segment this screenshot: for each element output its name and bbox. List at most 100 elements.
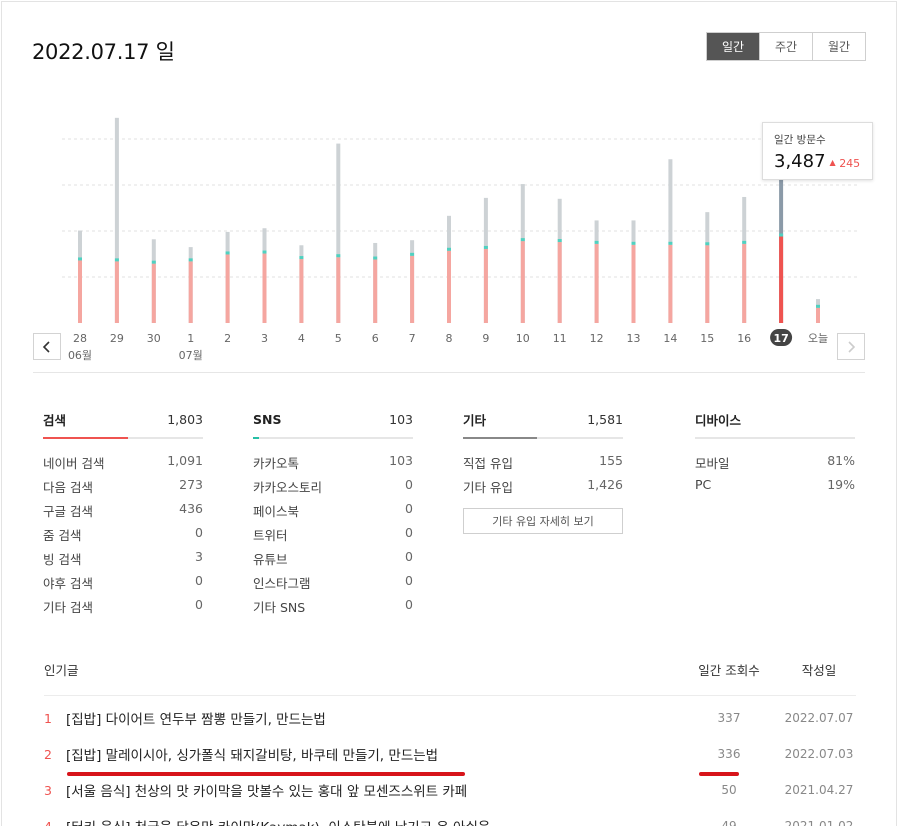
popular-views: 50 [721,783,737,797]
sns-row-value: 0 [405,501,413,516]
popular-rank: 2 [44,746,52,762]
popular-row: 4 [터키 음식] 천국을 닮은맛 카이막(Kaymak), 이스탄불에 남기고 … [44,808,856,826]
chart-bar-search [262,253,267,323]
stat-search-header: 검색 1,803 [43,409,203,429]
search-row: 구글 검색 436 [43,501,203,525]
popular-post-link[interactable]: [집밥] 다이어트 연두부 짬뽕 만들기, 만드는법 [66,708,684,728]
popular-post-link[interactable]: [서울 음식] 천상의 맛 카이막을 맛볼수 있는 홍대 앞 모센즈스위트 카페 [66,780,684,800]
chart-prev-button[interactable] [33,333,61,360]
popular-row: 3 [서울 음식] 천상의 맛 카이막을 맛볼수 있는 홍대 앞 모센즈스위트 카… [44,772,856,808]
sns-row-value: 103 [389,453,413,468]
chart-bar-sns [483,245,488,249]
chevron-left-icon [42,340,50,353]
chart-bar-sns [779,233,784,237]
etc-detail-button[interactable]: 기타 유입 자세히 보기 [463,508,623,534]
stat-etc-total: 1,581 [587,411,623,427]
etc-row-label: 직접 유입 [463,456,513,471]
stat-sns-header: SNS 103 [253,409,413,429]
search-row-value: 3 [195,549,203,564]
stat-sns-bar-fill [253,437,260,439]
etc-row-value: 155 [599,453,623,468]
chart-bar-sns [188,258,193,262]
popular-date: 2021.01.02 [784,819,854,826]
visitor-chart: 28 29 30 1 2 3 4 5 6 7 8 9 10 11 12 13 14 15 16 17 오늘 06월 07월 … [0,0,898,380]
sns-row: 기타 SNS 0 [253,597,413,621]
chart-tick-label: 8 [446,332,453,345]
search-row-value: 0 [195,525,203,540]
chart-tick-label: 2 [224,332,231,345]
popular-views: 336 [717,747,741,761]
chart-bar-search [594,243,599,323]
sns-row: 페이스북 0 [253,501,413,525]
sns-row-label: 카카오스토리 [253,480,323,495]
chart-bar-sns [151,260,156,264]
stat-etc-bar-fill [463,437,537,439]
stat-sns-total: 103 [389,411,413,427]
popular-rank: 1 [44,710,52,726]
popular-posts: 인기글 일간 조회수 작성일 1 [집밥] 다이어트 연두부 짬뽕 만들기, 만드… [44,660,856,826]
visitor-chart-svg: 28 29 30 1 2 3 4 5 6 7 8 9 10 11 12 13 14 15 16 17 오늘06월 07월 [62,117,860,362]
chart-bar-sns [557,239,562,243]
chart-bar-search [631,244,636,323]
chart-tick-label: 28 [73,332,87,345]
chart-bar-sns [668,241,673,245]
chart-tick-label: 14 [663,332,677,345]
stat-search-title: 검색 [43,412,67,428]
popular-post-link[interactable]: [집밥] 말레이시아, 싱가폴식 돼지갈비탕, 바쿠테 만들기, 만드는법 [66,744,684,764]
sns-row-value: 0 [405,573,413,588]
popular-rank: 3 [44,782,52,798]
search-row-label: 네이버 검색 [43,456,105,471]
chart-tick-label: 4 [298,332,305,345]
stat-etc: 기타 1,581 직접 유입 155 기타 유입 1,426 기타 유입 자세히 보기 [463,409,623,534]
chart-bar-sns [78,257,82,261]
chart-bar-search [114,261,119,323]
device-row: 모바일 81% [695,453,855,477]
stat-device: 디바이스 모바일 81% PC 19% [695,409,855,501]
etc-row-label: 기타 유입 [463,480,513,495]
popular-row: 1 [집밥] 다이어트 연두부 짬뽕 만들기, 만드는법 337 2022.07.07 [44,700,856,736]
chart-bar-search [410,255,415,323]
chart-bar-sns [114,258,119,262]
popular-list: 1 [집밥] 다이어트 연두부 짬뽕 만들기, 만드는법 337 2022.07.07… [44,700,856,826]
chart-bar-search [668,244,673,323]
stat-etc-bar [463,437,623,439]
device-row-label: 모바일 [695,456,730,471]
stat-search-total: 1,803 [167,411,203,427]
stat-sns-bar [253,437,413,439]
chart-bar-search [779,236,784,323]
chart-bar-search [78,260,82,323]
device-row-value: 19% [827,477,855,492]
search-row-label: 야후 검색 [43,576,93,591]
chart-bar-sns [742,240,747,244]
search-row-value: 0 [195,573,203,588]
chart-next-button[interactable] [837,333,865,360]
tooltip-label: 일간 방문수 [774,134,826,146]
chart-bar-sns [299,256,304,260]
chart-tick-label: 15 [700,332,714,345]
tooltip-value: 3,487 [774,151,826,172]
chart-tick-label: 오늘 [808,332,828,345]
search-row-label: 기타 검색 [43,600,93,615]
sns-row-label: 인스타그램 [253,576,311,591]
chart-bar-sns [520,238,525,242]
chart-bar-search [520,241,525,323]
chart-month-label: 06월 [68,349,92,362]
popular-views: 49 [721,819,737,826]
chart-bar-search [225,254,230,323]
red-underline-mark-views [699,772,739,776]
chart-bar-search [816,307,820,323]
chart-tick-label: 13 [627,332,641,345]
etc-row: 기타 유입 1,426 [463,477,623,501]
sns-row-label: 페이스북 [253,504,300,519]
popular-row: 2 [집밥] 말레이시아, 싱가폴식 돼지갈비탕, 바쿠테 만들기, 만드는법 33… [44,736,856,772]
popular-post-link[interactable]: [터키 음식] 천국을 닮은맛 카이막(Kaymak), 이스탄불에 남기고 온… [66,816,684,826]
chevron-right-icon [848,340,856,353]
chart-bar-sns [373,256,378,260]
search-row-value: 436 [179,501,203,516]
chart-bar-search [557,242,562,323]
etc-row-value: 1,426 [587,477,623,492]
stat-sns: SNS 103 카카오톡 103 카카오스토리 0 페이스북 0 트위터 0 유튜브 0 인스타그램… [253,409,413,621]
search-row: 다음 검색 273 [43,477,203,501]
stat-search-bar-fill [43,437,128,439]
chart-bar-search [742,243,747,323]
